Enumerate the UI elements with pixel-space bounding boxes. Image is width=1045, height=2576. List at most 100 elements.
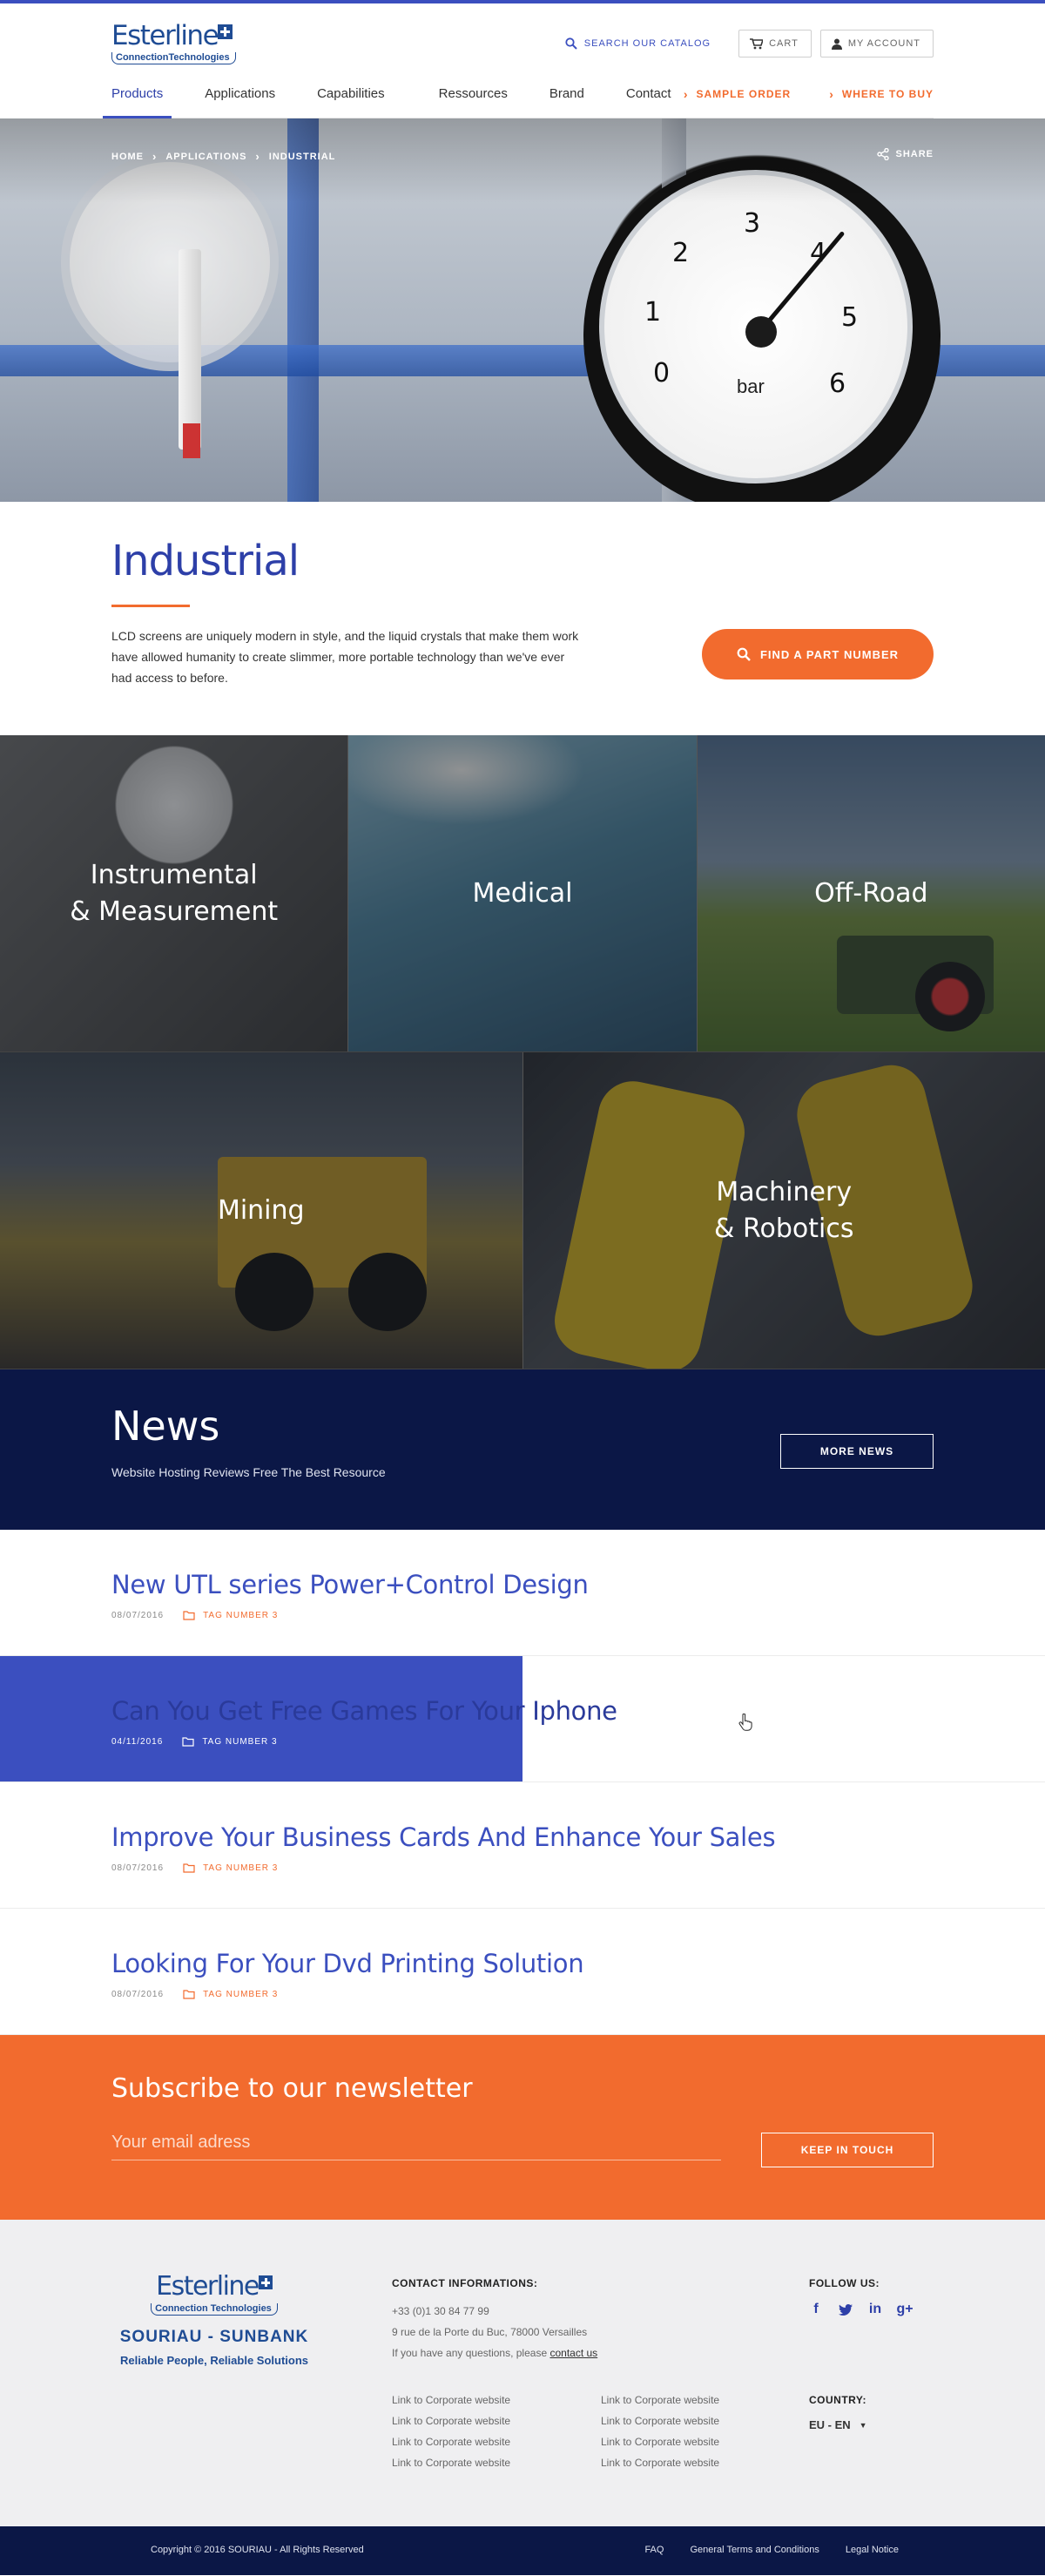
copyright: Copyright © 2016 SOURIAU - All Rights Re… <box>151 2545 364 2555</box>
country-title: COUNTRY: <box>809 2394 866 2406</box>
news-item-meta: 08/07/2016 TAG NUMBER 3 <box>111 1611 278 1620</box>
country-value: EU - EN <box>809 2418 851 2431</box>
news-item-tag-label: TAG NUMBER 3 <box>203 1611 279 1620</box>
news-item-tag[interactable]: TAG NUMBER 3 <box>183 1863 278 1873</box>
more-news-button[interactable]: MORE NEWS <box>780 1434 934 1469</box>
news-item-tag[interactable]: TAG NUMBER 3 <box>183 1990 278 1999</box>
search-icon <box>737 647 751 661</box>
newsletter-title: Subscribe to our newsletter <box>111 2073 473 2104</box>
industry-tile-off-road[interactable]: Off-Road <box>697 735 1045 1051</box>
industries-grid: Instrumental & Measurement Medical Off-R… <box>0 735 1045 1369</box>
news-item[interactable]: Can You Get Free Games For Your Iphone 0… <box>0 1656 1045 1782</box>
sample-order-label: SAMPLE ORDER <box>696 88 792 100</box>
news-subtitle: Website Hosting Reviews Free The Best Re… <box>111 1465 386 1479</box>
where-to-buy-link[interactable]: › WHERE TO BUY <box>829 87 934 101</box>
industry-label: Off-Road <box>814 877 928 909</box>
folder-icon <box>183 1863 195 1873</box>
folder-icon <box>183 1611 195 1620</box>
site-footer: Esterline Connection Technologies SOURIA… <box>0 2220 1045 2526</box>
news-item-title: Can You Get Free Games For Your Iphone <box>111 1696 617 1726</box>
news-item-date: 08/07/2016 <box>111 1611 165 1620</box>
social-links: f in g+ <box>809 2302 927 2317</box>
sample-order-link[interactable]: › SAMPLE ORDER <box>684 87 791 101</box>
find-part-number-button[interactable]: FIND A PART NUMBER <box>702 629 934 679</box>
breadcrumb: HOME › APPLICATIONS › INDUSTRIAL <box>111 150 335 163</box>
twitter-icon[interactable] <box>839 2302 853 2317</box>
news-item-title: Looking For Your Dvd Printing Solution <box>111 1949 584 1978</box>
corporate-link[interactable]: Link to Corporate website <box>392 2436 601 2448</box>
breadcrumb-industrial: INDUSTRIAL <box>268 151 336 162</box>
industry-tile-mining[interactable]: Mining <box>0 1052 523 1369</box>
footer-tagline: Reliable People, Reliable Solutions <box>120 2354 308 2367</box>
faq-link[interactable]: FAQ <box>644 2545 664 2555</box>
cart-label: CART <box>769 38 799 49</box>
news-item[interactable]: New UTL series Power+Control Design 08/0… <box>0 1530 1045 1656</box>
news-item-date: 08/07/2016 <box>111 1990 165 1999</box>
linkedin-icon[interactable]: in <box>868 2302 882 2317</box>
industry-tile-medical[interactable]: Medical <box>348 735 698 1051</box>
terms-link[interactable]: General Terms and Conditions <box>690 2545 819 2555</box>
esterline-logo[interactable]: Esterline ConnectionTechnologies <box>111 23 242 64</box>
keep-in-touch-button[interactable]: KEEP IN TOUCH <box>761 2133 934 2167</box>
news-item-tag-label: TAG NUMBER 3 <box>202 1737 278 1747</box>
contact-us-link[interactable]: contact us <box>549 2347 597 2359</box>
title-underline <box>111 605 190 607</box>
facebook-icon[interactable]: f <box>809 2302 823 2317</box>
share-label: SHARE <box>895 149 934 159</box>
breadcrumb-applications[interactable]: APPLICATIONS <box>165 152 246 162</box>
logo-brand: Esterline <box>111 20 219 51</box>
news-item[interactable]: Improve Your Business Cards And Enhance … <box>0 1782 1045 1909</box>
nav-applications[interactable]: Applications <box>205 70 275 118</box>
news-item-tag[interactable]: TAG NUMBER 3 <box>183 1611 278 1620</box>
folder-icon <box>183 1990 195 1999</box>
share-button[interactable]: SHARE <box>877 148 934 160</box>
corporate-link[interactable]: Link to Corporate website <box>601 2436 810 2448</box>
google-plus-icon[interactable]: g+ <box>896 2302 913 2317</box>
newsletter-section: Subscribe to our newsletter KEEP IN TOUC… <box>0 2035 1045 2220</box>
footer-logo-subtitle: Connection Technologies <box>151 2303 278 2316</box>
legal-links: FAQ General Terms and Conditions Legal N… <box>618 2545 899 2555</box>
search-catalog-label: SEARCH OUR CATALOG <box>583 38 711 49</box>
corporate-link[interactable]: Link to Corporate website <box>601 2457 810 2469</box>
industry-tile-instrumental[interactable]: Instrumental & Measurement <box>0 735 349 1051</box>
corporate-link[interactable]: Link to Corporate website <box>601 2415 810 2427</box>
my-account-label: MY ACCOUNT <box>847 38 920 49</box>
industries-row: Instrumental & Measurement Medical Off-R… <box>0 735 1045 1052</box>
footer-logo[interactable]: Esterline Connection Technologies SOURIA… <box>111 2274 317 2368</box>
news-item-meta: 08/07/2016 TAG NUMBER 3 <box>111 1990 278 1999</box>
nav-capabilities[interactable]: Capabilities <box>317 70 385 118</box>
corporate-link[interactable]: Link to Corporate website <box>392 2394 601 2406</box>
nav-right-links: › SAMPLE ORDER › WHERE TO BUY <box>645 70 934 118</box>
find-part-number-label: FIND A PART NUMBER <box>759 647 900 661</box>
logo-subtitle: ConnectionTechnologies <box>111 52 236 64</box>
news-item-meta: 04/11/2016 TAG NUMBER 3 <box>111 1737 278 1747</box>
corporate-link[interactable]: Link to Corporate website <box>392 2457 601 2469</box>
intro-section: Industrial LCD screens are uniquely mode… <box>111 502 934 735</box>
chevron-right-icon: › <box>255 150 260 163</box>
my-account-button[interactable]: MY ACCOUNT <box>819 30 934 57</box>
industry-label: Instrumental & Measurement <box>70 859 279 927</box>
bottom-bar: Copyright © 2016 SOURIAU - All Rights Re… <box>0 2526 1045 2575</box>
footer-links: Link to Corporate website Link to Corpor… <box>392 2394 810 2469</box>
corporate-link[interactable]: Link to Corporate website <box>392 2415 601 2427</box>
industry-tile-machinery[interactable]: Machinery & Robotics <box>522 1052 1045 1369</box>
nav-ressources[interactable]: Ressources <box>439 70 508 118</box>
breadcrumb-home[interactable]: HOME <box>111 152 144 162</box>
newsletter-email-input[interactable] <box>111 2126 721 2160</box>
cart-button[interactable]: CART <box>738 30 812 57</box>
chevron-right-icon: › <box>683 87 689 101</box>
hero-banner: 0 1 2 3 4 5 6 bar HOME › APPLICATIONS › … <box>0 118 1045 502</box>
nav-products[interactable]: Products <box>102 70 172 118</box>
news-item[interactable]: Looking For Your Dvd Printing Solution 0… <box>0 1909 1045 2035</box>
news-item-tag[interactable]: TAG NUMBER 3 <box>182 1737 277 1747</box>
hand-cursor-icon <box>738 1714 752 1731</box>
search-catalog-link[interactable]: SEARCH OUR CATALOG <box>565 37 711 50</box>
industry-label: Machinery & Robotics <box>714 1176 854 1244</box>
legal-notice-link[interactable]: Legal Notice <box>846 2545 899 2555</box>
news-item-title: New UTL series Power+Control Design <box>111 1570 589 1599</box>
contact-title: CONTACT INFORMATIONS: <box>392 2277 538 2289</box>
country-dropdown[interactable]: EU - EN ▼ <box>809 2418 867 2431</box>
nav-brand[interactable]: Brand <box>549 70 584 118</box>
corporate-link[interactable]: Link to Corporate website <box>601 2394 810 2406</box>
news-list: New UTL series Power+Control Design 08/0… <box>0 1530 1045 2035</box>
